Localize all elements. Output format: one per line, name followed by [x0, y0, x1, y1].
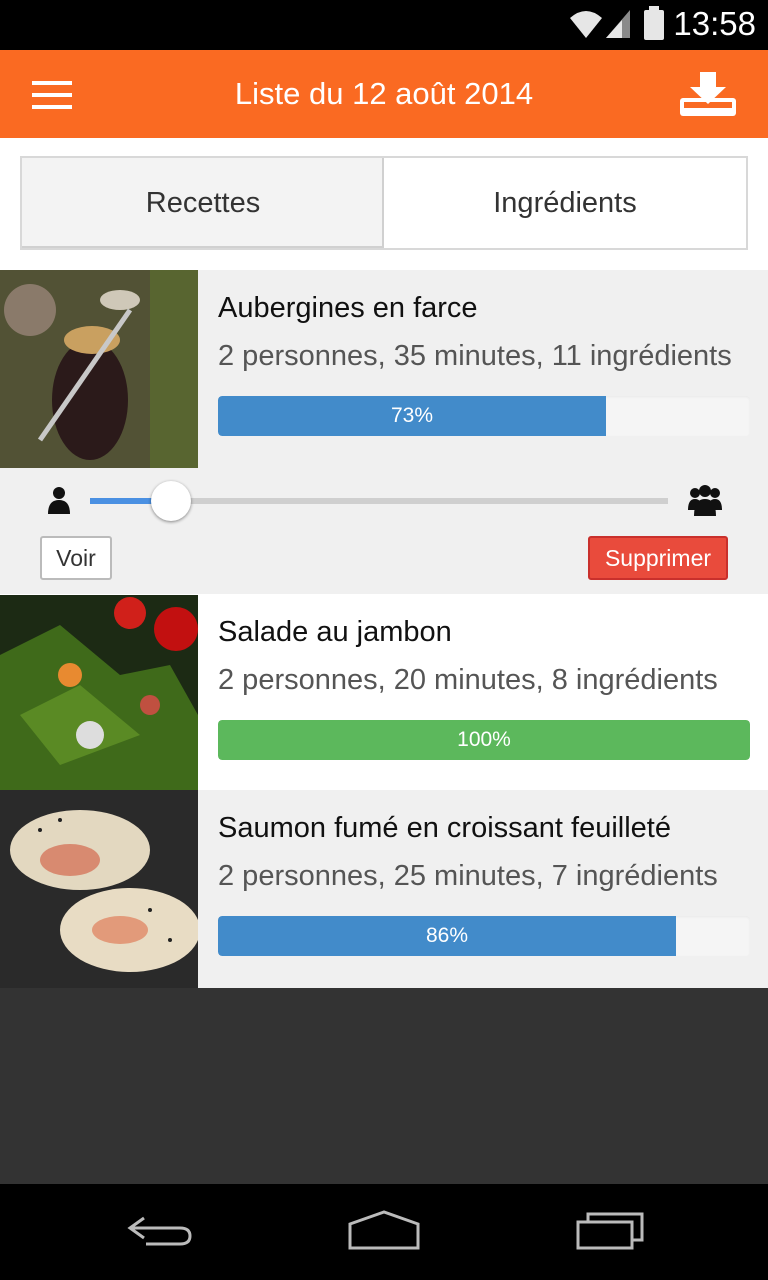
group-icon	[688, 485, 722, 516]
recipe-card[interactable]: Salade au jambon 2 personnes, 20 minutes…	[0, 594, 768, 791]
progress-label: 100%	[457, 728, 511, 751]
recipe-meta: 2 personnes, 20 minutes, 8 ingrédients	[218, 664, 718, 696]
view-button[interactable]: Voir	[40, 536, 112, 580]
recipe-meta: 2 personnes, 35 minutes, 11 ingrédients	[218, 340, 732, 372]
navigation-bar	[0, 1184, 768, 1280]
page-title: Liste du 12 août 2014	[234, 76, 534, 111]
recent-apps-icon[interactable]	[574, 1210, 646, 1250]
recipe-photo-aubergine	[0, 270, 198, 468]
tab-ingredients[interactable]: Ingrédients	[384, 158, 746, 248]
battery-icon	[644, 6, 664, 40]
recipe-name: Saumon fumé en croissant feuilleté	[218, 812, 671, 844]
recipe-meta: 2 personnes, 25 minutes, 7 ingrédients	[218, 860, 718, 892]
progress-label: 73%	[390, 404, 434, 427]
home-icon[interactable]	[346, 1210, 422, 1250]
recipe-options: Voir Supprimer	[0, 468, 768, 594]
status-bar: 13:58	[0, 0, 768, 50]
download-icon[interactable]	[678, 72, 738, 118]
recipe-photo-saumon	[0, 790, 198, 988]
wifi-icon	[570, 11, 602, 38]
clock: 13:58	[673, 5, 756, 42]
slider-thumb[interactable]	[151, 481, 191, 521]
recipe-card[interactable]: Saumon fumé en croissant feuilleté 2 per…	[0, 790, 768, 988]
signal-icon	[606, 10, 630, 38]
progress-label: 86%	[425, 924, 469, 947]
progress-bar: 86%	[218, 916, 750, 956]
recipe-card[interactable]: Aubergines en farce 2 personnes, 35 minu…	[0, 270, 768, 468]
back-icon[interactable]	[126, 1210, 194, 1250]
person-icon	[48, 487, 70, 514]
recipe-list-screen: Recettes Ingrédients Aubergines en farce…	[0, 138, 768, 988]
recipe-name: Aubergines en farce	[218, 292, 478, 324]
progress-bar: 100%	[218, 720, 750, 760]
recipe-photo-salade	[0, 595, 198, 791]
tab-bar: Recettes Ingrédients	[20, 156, 748, 250]
delete-button[interactable]: Supprimer	[588, 536, 728, 580]
progress-bar: 73%	[218, 396, 750, 436]
recipe-name: Salade au jambon	[218, 616, 452, 648]
action-bar: Liste du 12 août 2014	[0, 50, 768, 138]
tab-recettes[interactable]: Recettes	[22, 158, 384, 248]
